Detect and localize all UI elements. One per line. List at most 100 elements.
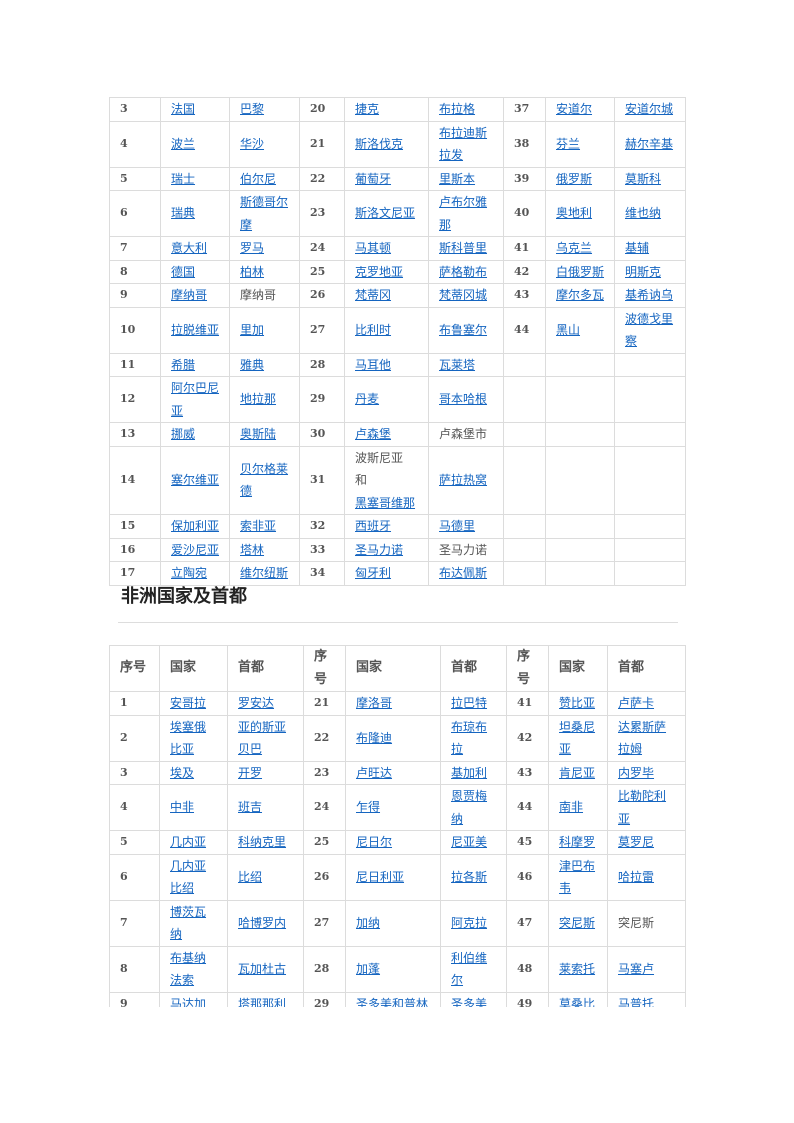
capital-link[interactable]: 拉巴特 [451,696,487,710]
capital-link[interactable]: 萨拉热窝 [439,473,487,487]
capital-link[interactable]: 柏林 [240,265,264,279]
capital-link[interactable]: 布琼布拉 [451,720,487,757]
capital-link[interactable]: 开罗 [238,766,262,780]
country-link[interactable]: 南非 [559,800,583,814]
capital-link[interactable]: 基希讷乌 [625,288,673,302]
country-link[interactable]: 埃塞俄比亚 [170,720,206,757]
country-link[interactable]: 西班牙 [355,519,391,533]
country-link[interactable]: 赞比亚 [559,696,595,710]
country-link[interactable]: 阿尔巴尼亚 [171,381,219,418]
country-link[interactable]: 布隆迪 [356,731,392,745]
country-link[interactable]: 爱沙尼亚 [171,543,219,557]
capital-link[interactable]: 巴黎 [240,102,264,116]
capital-link[interactable]: 波德戈里察 [625,312,673,349]
capital-link[interactable]: 里斯本 [439,172,475,186]
capital-link[interactable]: 莫罗尼 [618,835,654,849]
country-link[interactable]: 埃及 [170,766,194,780]
country-link[interactable]: 马耳他 [355,358,391,372]
country-link[interactable]: 丹麦 [355,392,379,406]
country-link[interactable]: 尼日利亚 [356,870,404,884]
capital-link[interactable]: 索非亚 [240,519,276,533]
capital-link[interactable]: 斯科普里 [439,241,487,255]
capital-link[interactable]: 维也纳 [625,206,661,220]
country-link[interactable]: 斯洛文尼亚 [355,206,415,220]
capital-link[interactable]: 华沙 [240,137,264,151]
capital-link[interactable]: 亚的斯亚贝巴 [238,720,286,757]
country-link[interactable]: 摩洛哥 [356,696,392,710]
capital-link[interactable]: 基加利 [451,766,487,780]
capital-link[interactable]: 维尔纽斯 [240,566,288,580]
capital-link[interactable]: 比勒陀利亚 [618,789,666,826]
country-link[interactable]: 立陶宛 [171,566,207,580]
country-link[interactable]: 乍得 [356,800,380,814]
country-link[interactable]: 摩纳哥 [171,288,207,302]
capital-link[interactable]: 哈博罗内 [238,916,286,930]
capital-link[interactable]: 哥本哈根 [439,392,487,406]
capital-link[interactable]: 利伯维尔 [451,951,487,988]
capital-link[interactable]: 瓦莱塔 [439,358,475,372]
country-link[interactable]: 德国 [171,265,195,279]
capital-link[interactable]: 里加 [240,323,264,337]
country-link[interactable]: 布基纳法索 [170,951,206,988]
capital-link[interactable]: 布拉迪斯拉发 [439,126,487,163]
capital-link[interactable]: 班吉 [238,800,262,814]
capital-link[interactable]: 安道尔城 [625,102,673,116]
capital-link[interactable]: 奥斯陆 [240,427,276,441]
capital-link[interactable]: 哈拉雷 [618,870,654,884]
country-link[interactable]: 乌克兰 [556,241,592,255]
capital-link[interactable]: 布拉格 [439,102,475,116]
capital-link[interactable]: 赫尔辛基 [625,137,673,151]
country-link[interactable]: 科摩罗 [559,835,595,849]
country-link[interactable]: 卢森堡 [355,427,391,441]
country-link[interactable]: 马其顿 [355,241,391,255]
country-link[interactable]: 黑山 [556,323,580,337]
country-link[interactable]: 博茨瓦纳 [170,905,206,942]
country-link[interactable]: 拉脱维亚 [171,323,219,337]
country-link[interactable]: 塞尔维亚 [171,473,219,487]
country-link[interactable]: 尼日尔 [356,835,392,849]
country-link[interactable]: 白俄罗斯 [556,265,604,279]
capital-link[interactable]: 马德里 [439,519,475,533]
capital-link[interactable]: 雅典 [240,358,264,372]
country-link[interactable]: 斯洛伐克 [355,137,403,151]
country-link[interactable]: 芬兰 [556,137,580,151]
capital-link[interactable]: 斯德哥尔摩 [240,195,288,232]
capital-link[interactable]: 阿克拉 [451,916,487,930]
capital-link[interactable]: 拉各斯 [451,870,487,884]
country-link[interactable]: 几内亚比绍 [170,859,206,896]
country-link[interactable]: 保加利亚 [171,519,219,533]
country-link[interactable]: 几内亚 [170,835,206,849]
capital-link[interactable]: 罗安达 [238,696,274,710]
capital-link[interactable]: 莫斯科 [625,172,661,186]
country-link[interactable]: 摩尔多瓦 [556,288,604,302]
country-link[interactable]: 安哥拉 [170,696,206,710]
capital-link[interactable]: 明斯克 [625,265,661,279]
country-link[interactable]: 瑞典 [171,206,195,220]
capital-link[interactable]: 卢布尔雅那 [439,195,487,232]
country-link[interactable]: 波兰 [171,137,195,151]
capital-link[interactable]: 马塞卢 [618,962,654,976]
country-link[interactable]: 奥地利 [556,206,592,220]
country-link[interactable]: 比利时 [355,323,391,337]
capital-link[interactable]: 卢萨卡 [618,696,654,710]
country-link[interactable]: 法国 [171,102,195,116]
capital-link[interactable]: 布达佩斯 [439,566,487,580]
capital-link[interactable]: 梵蒂冈城 [439,288,487,302]
country-link[interactable]: 圣马力诺 [355,543,403,557]
country-link[interactable]: 意大利 [171,241,207,255]
capital-link[interactable]: 内罗毕 [618,766,654,780]
country-link[interactable]: 中非 [170,800,194,814]
country-link[interactable]: 希腊 [171,358,195,372]
country-link[interactable]: 捷克 [355,102,379,116]
capital-link[interactable]: 塔林 [240,543,264,557]
country-link[interactable]: 加纳 [356,916,380,930]
country-link[interactable]: 瑞士 [171,172,195,186]
capital-link[interactable]: 比绍 [238,870,262,884]
capital-link[interactable]: 恩贾梅纳 [451,789,487,826]
country-link[interactable]: 黑塞哥维那 [355,492,421,515]
capital-link[interactable]: 萨格勒布 [439,265,487,279]
country-link[interactable]: 匈牙利 [355,566,391,580]
country-link[interactable]: 肯尼亚 [559,766,595,780]
country-link[interactable]: 梵蒂冈 [355,288,391,302]
capital-link[interactable]: 尼亚美 [451,835,487,849]
